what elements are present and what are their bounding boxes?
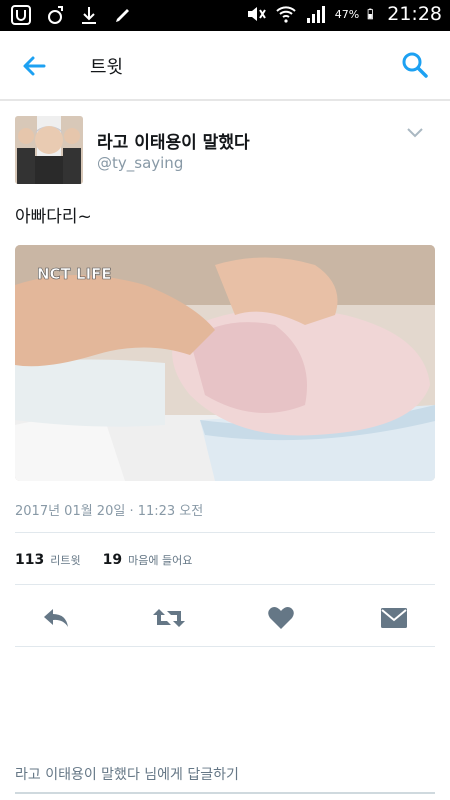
like-count[interactable]: 19 [103, 552, 122, 568]
edit-icon [116, 9, 129, 22]
retweet-count[interactable]: 113 [15, 552, 44, 568]
tweet-text: 아빠다리~ [15, 207, 92, 227]
heart-icon [268, 607, 294, 629]
media-photo: NCT LIFE [15, 245, 435, 481]
message-button[interactable] [374, 598, 414, 638]
app-bar: 트윗 [0, 31, 450, 101]
status-time: 21:28 [387, 3, 442, 25]
author-name[interactable]: 라고 이태용이 말했다 [97, 128, 250, 153]
author-handle[interactable]: @ty_saying [97, 154, 183, 172]
divider [15, 646, 435, 647]
tweet-header: 라고 이태용이 말했다 @ty_saying [15, 116, 435, 186]
search-icon[interactable] [400, 50, 430, 80]
like-button[interactable] [261, 598, 301, 638]
download-icon [82, 7, 96, 24]
reply-icon [44, 609, 68, 627]
media-watermark: NCT LIFE [37, 265, 112, 283]
back-arrow-icon[interactable] [18, 51, 52, 81]
status-left-icons [10, 4, 134, 26]
battery-percent: 47% [334, 7, 360, 21]
reply-button[interactable] [36, 598, 76, 638]
wifi-icon [276, 6, 296, 23]
divider [15, 532, 435, 533]
signal-icon [306, 6, 325, 23]
envelope-icon [381, 608, 407, 628]
mute-icon [247, 7, 266, 21]
tweet-stats: 113 리트윗 19 마음에 들어요 [15, 552, 208, 568]
retweet-label[interactable]: 리트윗 [50, 552, 80, 568]
app-notification-icon [11, 5, 31, 25]
battery-icon [367, 8, 374, 20]
avatar-image [15, 116, 83, 184]
page-title: 트윗 [90, 57, 124, 78]
tweet-timestamp: 2017년 01월 20일 · 11:23 오전 [15, 504, 204, 519]
retweet-button[interactable] [149, 598, 189, 638]
tweet-media-image[interactable]: NCT LIFE [15, 245, 435, 481]
status-right-icons: 47% 21:28 [245, 3, 442, 25]
avatar[interactable] [15, 116, 83, 184]
status-bar: 47% 21:28 [0, 0, 450, 31]
retweet-icon [153, 609, 185, 627]
like-label[interactable]: 마음에 들어요 [128, 552, 192, 568]
reply-input[interactable]: 라고 이태용이 말했다 님에게 답글하기 [15, 764, 435, 794]
chevron-down-icon[interactable] [405, 126, 425, 140]
divider [15, 584, 435, 585]
sync-icon [48, 6, 63, 24]
tweet-actions [0, 598, 450, 638]
